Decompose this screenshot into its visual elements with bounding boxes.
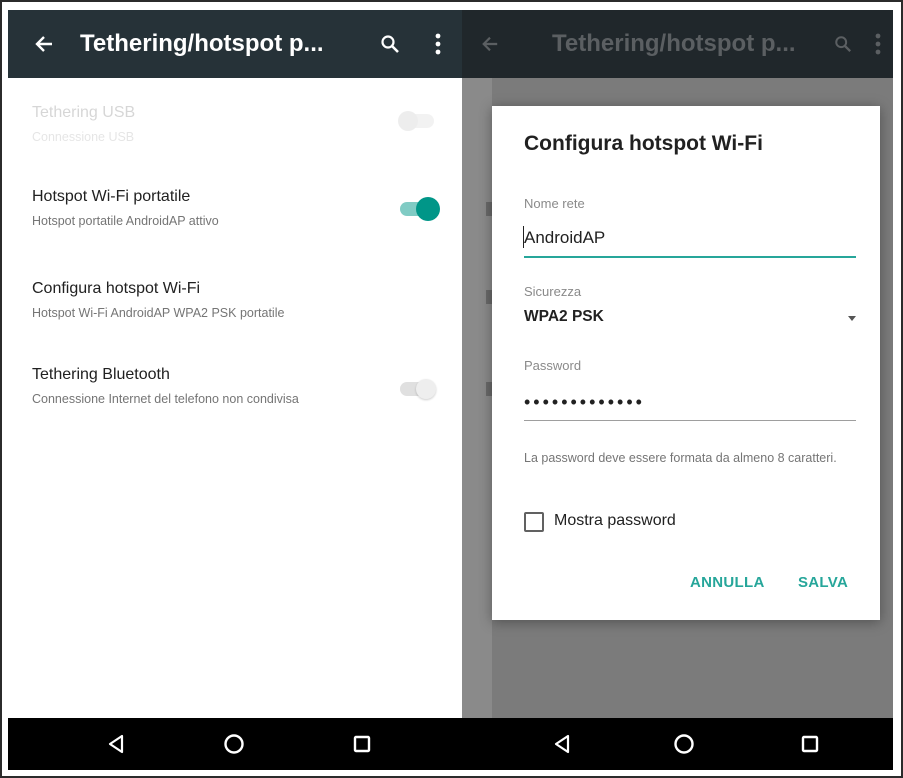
app-bar-dimmed: Tethering/hotspot p...: [462, 10, 893, 78]
nav-home-circle-icon: [224, 734, 244, 754]
cancel-button[interactable]: ANNULLA: [690, 574, 765, 591]
back-button[interactable]: [8, 10, 80, 78]
nav-home-button[interactable]: [204, 718, 264, 770]
nav-back-triangle-icon: [108, 734, 124, 754]
configure-hotspot-dialog: Configura hotspot Wi-Fi Nome rete Androi…: [492, 106, 880, 620]
search-button-dimmed: [823, 10, 863, 78]
overflow-menu-button-dimmed: [863, 10, 893, 78]
wifi-hotspot-subtitle: Hotspot portatile AndroidAP attivo: [32, 214, 219, 228]
nav-recents-button[interactable]: [780, 718, 840, 770]
app-bar-title-dimmed: Tethering/hotspot p...: [552, 30, 796, 57]
scrim-underlay: [462, 78, 494, 718]
nav-back-button[interactable]: [532, 718, 592, 770]
configure-hotspot-subtitle: Hotspot Wi-Fi AndroidAP WPA2 PSK portati…: [32, 306, 285, 320]
password-input[interactable]: •••••••••••••: [524, 392, 645, 413]
text-cursor: [523, 226, 524, 248]
usb-tethering-switch: [398, 111, 434, 131]
search-icon: [835, 36, 852, 53]
dialog-screen: Tethering/hotspot p... Configura hotspot…: [462, 10, 893, 718]
password-underline: [524, 420, 856, 421]
overflow-menu-button[interactable]: [414, 10, 462, 78]
password-label: Password: [524, 358, 582, 373]
nav-back-button[interactable]: [86, 718, 146, 770]
network-name-label: Nome rete: [524, 196, 585, 211]
search-icon: [381, 35, 399, 53]
more-vert-icon: [435, 33, 441, 55]
settings-list: Tethering USB Connessione USB Hotspot Wi…: [8, 78, 462, 444]
nav-home-button[interactable]: [654, 718, 714, 770]
arrow-back-icon: [482, 36, 498, 52]
nav-home-circle-icon: [674, 734, 694, 754]
back-button-dimmed: [462, 10, 518, 78]
app-bar: Tethering/hotspot p...: [8, 10, 462, 78]
bluetooth-tethering-switch[interactable]: [400, 379, 436, 399]
usb-tethering-subtitle: Connessione USB: [32, 130, 135, 144]
nav-recents-square-icon: [353, 735, 371, 753]
bluetooth-tethering-subtitle: Connessione Internet del telefono non co…: [32, 392, 299, 406]
arrow-back-icon: [35, 36, 52, 52]
security-select[interactable]: WPA2 PSK: [524, 308, 604, 326]
nav-recents-button[interactable]: [332, 718, 392, 770]
security-label: Sicurezza: [524, 284, 582, 299]
wifi-hotspot-switch[interactable]: [400, 197, 440, 221]
chevron-down-icon[interactable]: [848, 316, 856, 321]
password-help-text: La password deve essere formata da almen…: [524, 451, 837, 465]
system-navigation-bar: [8, 718, 893, 770]
show-password-label[interactable]: Mostra password: [554, 512, 676, 530]
show-password-checkbox[interactable]: [524, 512, 544, 532]
list-item-usb-tethering: Tethering USB Connessione USB: [8, 78, 462, 164]
save-button[interactable]: SALVA: [798, 574, 848, 591]
list-item-bluetooth-tethering[interactable]: Tethering Bluetooth Connessione Internet…: [8, 344, 462, 444]
dialog-title: Configura hotspot Wi-Fi: [524, 132, 763, 155]
settings-screen: Tethering/hotspot p... Tethering USB Con…: [8, 10, 462, 718]
bluetooth-tethering-title: Tethering Bluetooth: [32, 366, 170, 383]
wifi-hotspot-title: Hotspot Wi-Fi portatile: [32, 188, 191, 205]
list-item-configure-hotspot[interactable]: Configura hotspot Wi-Fi Hotspot Wi-Fi An…: [8, 252, 462, 344]
search-button[interactable]: [366, 10, 414, 78]
nav-back-triangle-icon: [554, 734, 570, 754]
more-vert-icon: [875, 33, 881, 55]
configure-hotspot-title: Configura hotspot Wi-Fi: [32, 280, 201, 297]
list-item-wifi-hotspot[interactable]: Hotspot Wi-Fi portatile Hotspot portatil…: [8, 164, 462, 252]
nav-recents-square-icon: [801, 735, 819, 753]
network-name-underline: [524, 256, 856, 258]
network-name-input[interactable]: AndroidAP: [524, 228, 605, 248]
app-bar-title: Tethering/hotspot p...: [80, 30, 324, 57]
